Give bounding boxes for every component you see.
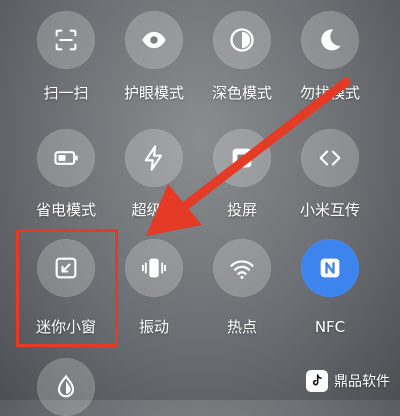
share-transfer-icon xyxy=(319,150,341,166)
lightning-icon xyxy=(144,145,163,171)
moon-icon xyxy=(321,29,341,51)
hotspot-button[interactable] xyxy=(213,239,271,297)
nfc-button[interactable] xyxy=(301,239,359,297)
cast-icon xyxy=(232,148,252,168)
watermark-text: 鼎品软件 xyxy=(334,374,390,390)
tile-label: 小米互传 xyxy=(299,201,360,219)
highlight-box xyxy=(16,229,118,347)
tile-label: 省电模式 xyxy=(35,201,96,219)
dark-mode-icon xyxy=(230,28,254,52)
battery-icon xyxy=(54,151,78,165)
tile-label: NFC xyxy=(314,318,346,336)
vibrate-button[interactable] xyxy=(125,239,183,297)
tile-label: 振动 xyxy=(138,318,169,336)
tile-label: 深色模式 xyxy=(211,84,272,102)
mi-share-button[interactable] xyxy=(301,129,359,187)
watermark: 鼎品软件 xyxy=(306,370,390,392)
hotspot-icon xyxy=(230,260,254,279)
dark-mode-button[interactable] xyxy=(213,11,271,69)
tile-label: 护眼模式 xyxy=(123,84,184,102)
tile-label: 超级省 xyxy=(131,201,177,219)
do-not-disturb-button[interactable] xyxy=(301,11,359,69)
power-saving-button[interactable] xyxy=(37,129,95,187)
tile-label: 勿扰模式 xyxy=(299,84,360,102)
eye-protection-button[interactable] xyxy=(125,11,183,69)
tile-label: 扫一扫 xyxy=(43,84,89,102)
contrast-button[interactable] xyxy=(37,358,95,416)
vibrate-icon xyxy=(141,258,167,278)
nfc-icon xyxy=(320,258,340,278)
super-power-saving-button[interactable] xyxy=(125,129,183,187)
tile-label: 热点 xyxy=(226,318,257,336)
tiktok-logo-icon xyxy=(306,370,328,392)
scan-button[interactable] xyxy=(37,11,95,69)
tile-label: 投屏 xyxy=(226,201,257,219)
eye-icon xyxy=(142,31,166,49)
screen-cast-button[interactable] xyxy=(213,129,271,187)
scan-icon xyxy=(55,29,77,51)
contrast-icon xyxy=(57,374,75,398)
